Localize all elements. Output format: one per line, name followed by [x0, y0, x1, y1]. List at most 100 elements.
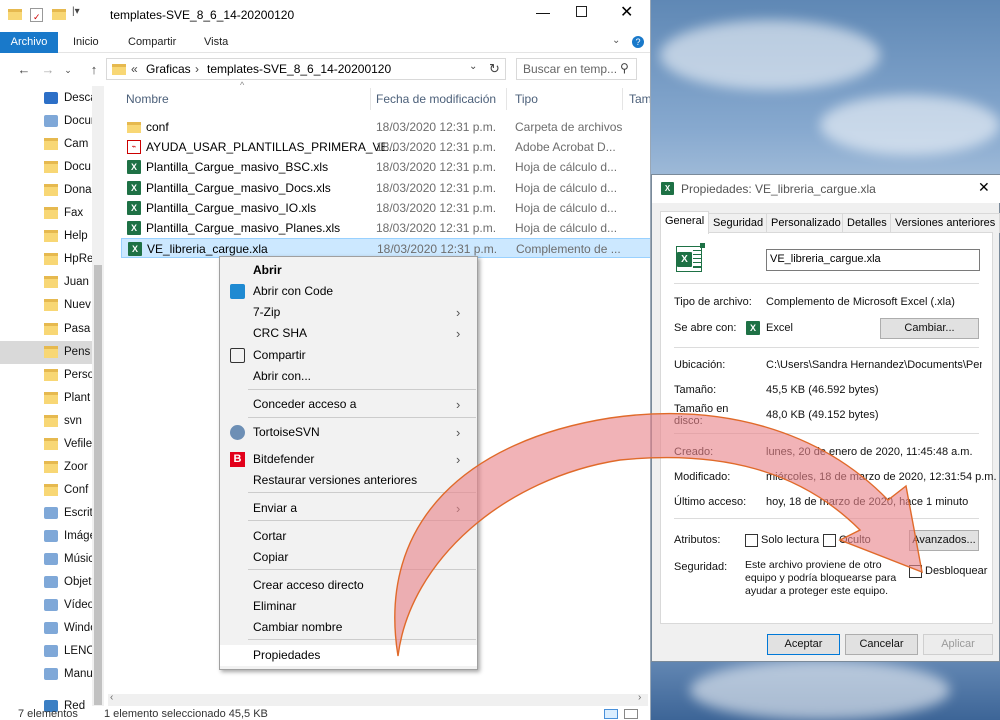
nav-item[interactable]: Windo [0, 617, 94, 640]
column-divider[interactable] [370, 88, 371, 110]
nav-item[interactable]: Objeto [0, 571, 94, 594]
nav-item[interactable]: Conf [0, 479, 94, 502]
context-menu-item[interactable]: Copiar [220, 547, 477, 568]
quick-access-properties-icon[interactable]: ✓ [30, 8, 43, 22]
context-menu-item[interactable]: Propiedades [220, 645, 477, 666]
details-view-icon[interactable] [604, 709, 618, 719]
context-menu-item[interactable]: 7-Zip › [220, 302, 477, 323]
nav-item[interactable]: Docum [0, 110, 94, 133]
context-menu-item[interactable]: Abrir con... [220, 366, 477, 387]
nav-item[interactable]: Descar [0, 87, 94, 110]
ribbon-tab-vista[interactable]: Vista [204, 32, 228, 53]
context-menu-item[interactable]: TortoiseSVN › [220, 422, 477, 443]
new-folder-icon[interactable] [52, 9, 66, 20]
file-name-field[interactable]: VE_libreria_cargue.xla [766, 249, 980, 271]
nav-item[interactable]: LENOV [0, 640, 94, 663]
column-divider[interactable] [506, 88, 507, 110]
oculto-checkbox[interactable] [823, 534, 836, 547]
back-arrow-icon[interactable]: ← [14, 60, 34, 80]
nav-item[interactable]: Vídeos [0, 594, 94, 617]
breadcrumb-item[interactable]: templates-SVE_8_6_14-20200120 [207, 62, 391, 76]
nav-item[interactable]: Cam [0, 133, 94, 156]
column-header-type[interactable]: Tipo [515, 86, 538, 112]
scroll-right-icon[interactable]: › [638, 692, 641, 703]
nav-item[interactable]: svn [0, 410, 94, 433]
ribbon-tab-compartir[interactable]: Compartir [128, 32, 176, 53]
ribbon-tab-archivo[interactable]: Archivo [0, 32, 58, 53]
tab-versiones-anteriores[interactable]: Versiones anteriores [890, 213, 1000, 233]
file-row[interactable]: ⌁ AYUDA_USAR_PLANTILLAS_PRIMERA_VE... 18/0… [121, 137, 650, 157]
up-arrow-icon[interactable]: ↑ [84, 60, 104, 80]
tab-general[interactable]: General [660, 211, 710, 234]
chevron-right-icon[interactable]: › [195, 62, 199, 76]
nav-item[interactable]: Vefile [0, 433, 94, 456]
nav-scrollbar-thumb[interactable] [94, 265, 102, 705]
refresh-icon[interactable]: ↻ [489, 61, 500, 77]
context-menu-item[interactable]: Restaurar versiones anteriores [220, 470, 477, 491]
aceptar-button[interactable]: Aceptar [767, 634, 840, 655]
scroll-left-icon[interactable]: ‹ [110, 692, 113, 703]
cancelar-button[interactable]: Cancelar [845, 634, 918, 655]
context-menu-item[interactable]: Cortar [220, 526, 477, 547]
file-row[interactable]: X Plantilla_Cargue_masivo_Planes.xls 18/03… [121, 218, 650, 238]
context-menu-item[interactable]: Compartir [220, 345, 477, 366]
address-dropdown-icon[interactable]: ⌄ [469, 61, 477, 72]
context-menu-item[interactable]: Crear acceso directo [220, 575, 477, 596]
close-button[interactable]: ✕ [620, 2, 633, 22]
file-row[interactable]: conf 18/03/2020 12:31 p.m. Carpeta de arch… [121, 117, 650, 137]
nav-item[interactable]: Músic [0, 548, 94, 571]
breadcrumb-overflow[interactable]: « [131, 62, 138, 76]
customize-toolbar-icon[interactable]: |▾ [72, 6, 80, 17]
avanzados-button[interactable]: Avanzados... [909, 530, 979, 551]
nav-item[interactable]: Docu [0, 156, 94, 179]
ribbon-tab-inicio[interactable]: Inicio [73, 32, 99, 53]
search-input[interactable]: Buscar en temp... ⚲ [516, 58, 637, 80]
aplicar-button[interactable]: Aplicar [923, 634, 993, 655]
file-row[interactable]: X Plantilla_Cargue_masivo_IO.xls 18/03/202… [121, 198, 650, 218]
nav-item[interactable]: Imáge [0, 525, 94, 548]
context-menu-item[interactable]: Cambiar nombre [220, 617, 477, 638]
cambiar-button[interactable]: Cambiar... [880, 318, 979, 339]
context-menu-item[interactable]: Conceder acceso a › [220, 394, 477, 415]
nav-item[interactable]: Dona [0, 179, 94, 202]
nav-item[interactable]: Manua [0, 663, 94, 686]
context-menu-item[interactable]: CRC SHA › [220, 323, 477, 344]
forward-arrow-icon[interactable]: → [38, 60, 58, 80]
tab-seguridad[interactable]: Seguridad [708, 213, 769, 233]
help-icon[interactable]: ? [632, 36, 644, 48]
large-icons-view-icon[interactable] [624, 709, 638, 719]
column-header-name[interactable]: Nombre [126, 86, 169, 112]
context-menu-item[interactable]: Abrir con Code [220, 281, 477, 302]
solo-lectura-checkbox[interactable] [745, 534, 758, 547]
nav-item[interactable]: Pens [0, 340, 94, 364]
horizontal-scrollbar[interactable]: ‹ › [108, 692, 648, 706]
maximize-button[interactable] [576, 6, 587, 17]
expand-ribbon-icon[interactable]: ⌄ [612, 35, 620, 46]
nav-item[interactable]: Escrito [0, 502, 94, 525]
nav-item[interactable]: Help [0, 225, 94, 248]
nav-item[interactable]: Fax [0, 202, 94, 225]
context-menu-item[interactable]: Enviar a › [220, 498, 477, 519]
nav-item[interactable]: Zoor [0, 456, 94, 479]
context-menu-item[interactable]: Eliminar [220, 596, 477, 617]
file-row[interactable]: X Plantilla_Cargue_masivo_BSC.xls 18/03/20… [121, 157, 650, 177]
close-button[interactable]: ✕ [978, 179, 990, 196]
nav-item[interactable]: HpRe [0, 248, 94, 271]
address-bar[interactable]: « Graficas › templates-SVE_8_6_14-202001… [106, 58, 506, 80]
nav-item[interactable]: Nuev [0, 294, 94, 317]
column-header-date[interactable]: Fecha de modificación [376, 86, 496, 112]
minimize-button[interactable]: — [536, 4, 550, 20]
nav-item[interactable]: Plant [0, 387, 94, 410]
recent-dropdown-icon[interactable]: ⌄ [58, 60, 78, 80]
context-menu-item[interactable]: B Bitdefender › [220, 449, 477, 470]
file-row[interactable]: X Plantilla_Cargue_masivo_Docs.xls 18/03/2… [121, 178, 650, 198]
nav-item[interactable]: Juan [0, 271, 94, 294]
tab-personalizado[interactable]: Personalizado [766, 213, 846, 233]
tab-detalles[interactable]: Detalles [842, 213, 892, 233]
context-menu-item[interactable]: Abrir [220, 260, 477, 281]
nav-item[interactable]: Pasa [0, 318, 94, 341]
column-divider[interactable] [622, 88, 623, 110]
column-header-size[interactable]: Tam [629, 86, 650, 112]
nav-item[interactable]: Perso [0, 364, 94, 387]
desbloquear-checkbox[interactable] [909, 565, 922, 578]
